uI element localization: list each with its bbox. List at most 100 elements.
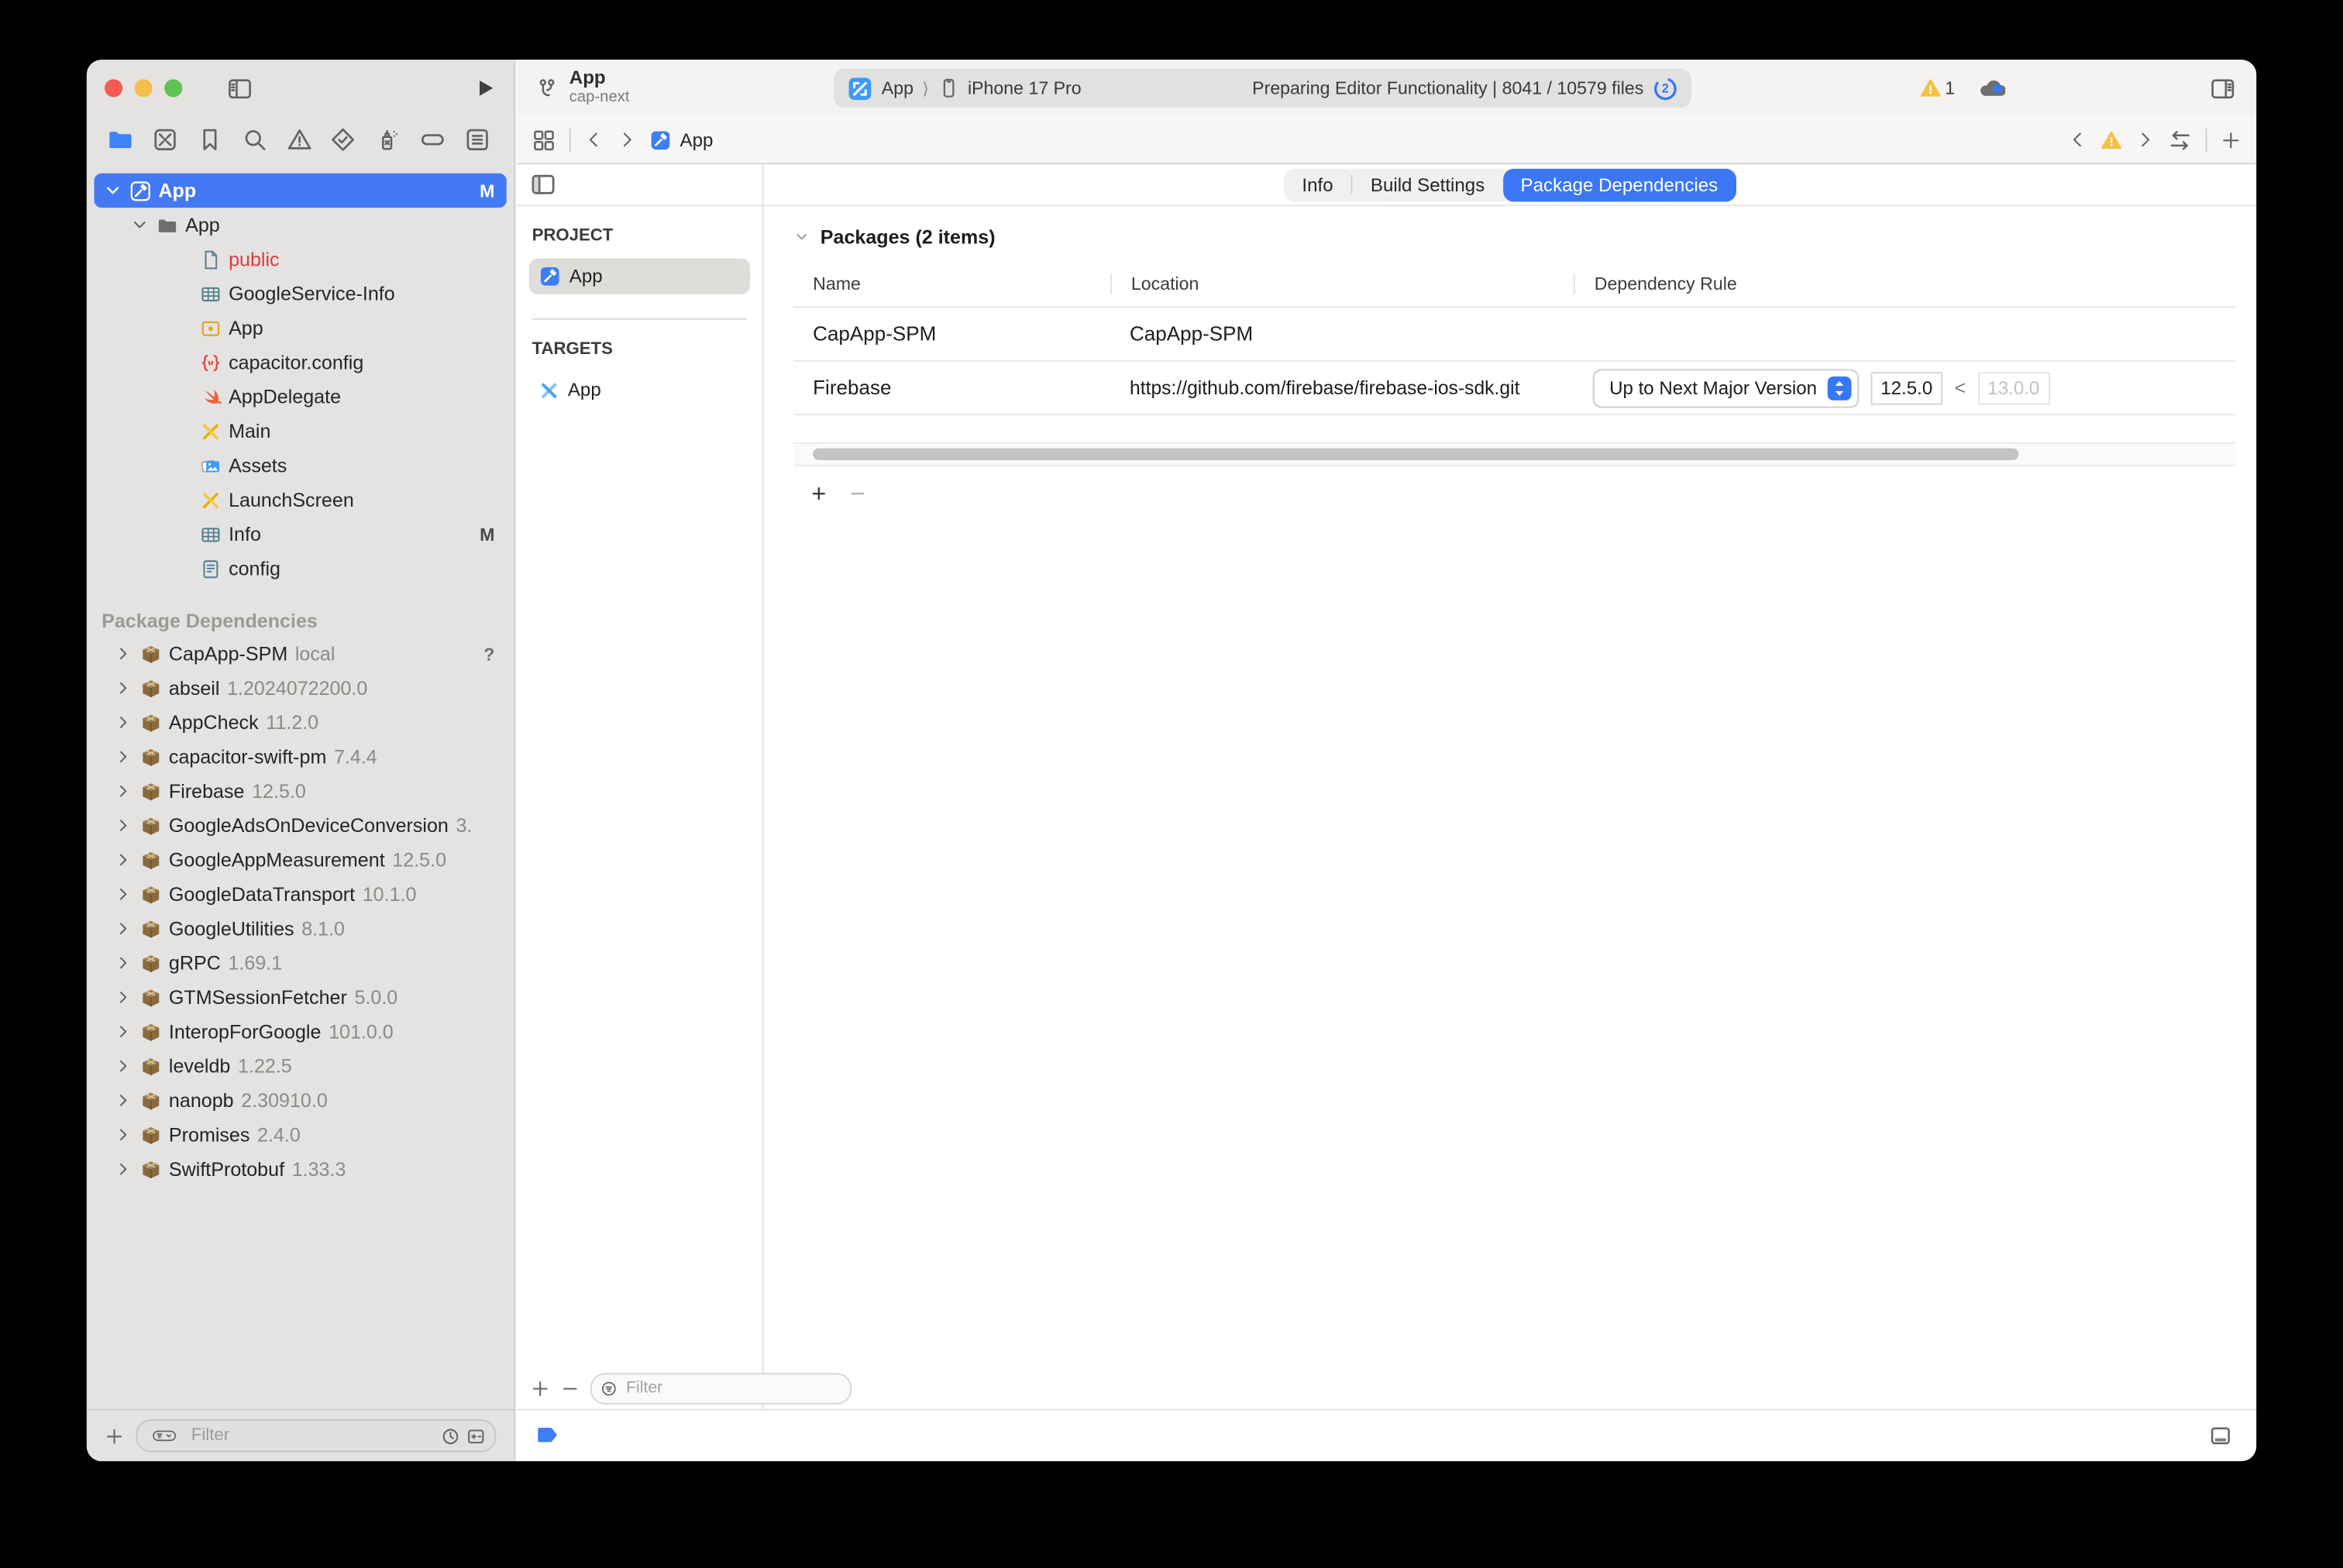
breakpoint-navigator-icon[interactable] — [420, 126, 446, 152]
package-item-nanopb[interactable]: nanopb2.30910.0 — [94, 1083, 506, 1117]
chevron-right-icon[interactable] — [114, 850, 133, 869]
tree-item-info[interactable]: InfoM — [94, 517, 506, 551]
chevron-right-icon[interactable] — [114, 1091, 133, 1110]
package-item-promises[interactable]: Promises2.4.0 — [94, 1118, 506, 1152]
bookmark-navigator-icon[interactable] — [197, 126, 222, 152]
package-item-swiftprotobuf[interactable]: SwiftProtobuf1.33.3 — [94, 1152, 506, 1186]
column-dependency-rule[interactable]: Dependency Rule — [1574, 273, 2235, 294]
toggle-debug-area-icon[interactable] — [2208, 1424, 2232, 1448]
toggle-navigator-icon[interactable] — [227, 75, 253, 101]
chevron-right-icon[interactable] — [114, 644, 133, 663]
tree-item-capacitor-config[interactable]: capacitor.config — [94, 345, 506, 379]
chevron-right-icon[interactable] — [114, 953, 133, 972]
remove-target-button[interactable] — [560, 1378, 580, 1398]
tab-build-settings[interactable]: Build Settings — [1353, 168, 1503, 201]
horizontal-scrollbar[interactable] — [793, 442, 2235, 466]
zoom-button[interactable] — [164, 79, 182, 97]
source-control-navigator-icon[interactable] — [152, 126, 177, 152]
related-items-icon[interactable] — [532, 128, 556, 152]
minimize-button[interactable] — [135, 79, 153, 97]
version-from-field[interactable] — [1870, 371, 1942, 404]
tree-item-app[interactable]: AppM — [94, 174, 506, 208]
disclosure-chevron-icon[interactable] — [793, 229, 810, 245]
package-item-capapp-spm[interactable]: CapApp-SPMlocal? — [94, 637, 506, 671]
debug-navigator-icon[interactable] — [376, 126, 401, 152]
report-navigator-icon[interactable] — [465, 126, 490, 152]
column-name[interactable]: Name — [793, 273, 1110, 294]
chevron-right-icon[interactable] — [114, 1160, 133, 1179]
chevron-right-icon[interactable] — [114, 1022, 133, 1041]
package-item-abseil[interactable]: abseil1.2024072200.0 — [94, 671, 506, 705]
navigator-filter-field[interactable] — [136, 1419, 496, 1452]
tree-item-assets[interactable]: Assets — [94, 449, 506, 483]
chevron-down-icon[interactable] — [130, 215, 150, 235]
breakpoint-tag-icon[interactable] — [535, 1424, 560, 1448]
package-item-leveldb[interactable]: leveldb1.22.5 — [94, 1049, 506, 1083]
previous-issue-button[interactable] — [2068, 130, 2087, 150]
package-item-grpc[interactable]: gRPC1.69.1 — [94, 946, 506, 980]
tree-item-launchscreen[interactable]: LaunchScreen — [94, 483, 506, 517]
test-navigator-icon[interactable] — [331, 126, 356, 152]
package-item-firebase[interactable]: Firebase12.5.0 — [94, 774, 506, 808]
chevron-right-icon[interactable] — [114, 1056, 133, 1075]
package-item-appcheck[interactable]: AppCheck11.2.0 — [94, 705, 506, 739]
table-row[interactable]: Firebase https://github.com/firebase/fir… — [793, 362, 2235, 415]
packages-section-header[interactable]: Packages (2 items) — [793, 225, 2235, 248]
chevron-right-icon[interactable] — [114, 988, 133, 1007]
chevron-right-icon[interactable] — [114, 747, 133, 766]
tree-item-public[interactable]: public — [94, 242, 506, 276]
add-item-button[interactable] — [105, 1426, 124, 1446]
project-navigator-icon[interactable] — [108, 126, 133, 152]
code-review-icon[interactable] — [2168, 128, 2192, 152]
run-button[interactable] — [475, 77, 496, 98]
package-item-capacitor-swift-pm[interactable]: capacitor-swift-pm7.4.4 — [94, 740, 506, 774]
toggle-inspector-icon[interactable] — [2210, 75, 2235, 101]
progress-badge[interactable]: 2 — [1653, 75, 1678, 101]
tab-package-dependencies[interactable]: Package Dependencies — [1502, 168, 1736, 201]
chevron-right-icon[interactable] — [114, 782, 133, 801]
package-item-googleadsondeviceconversion[interactable]: GoogleAdsOnDeviceConversion3. — [94, 808, 506, 842]
forward-button[interactable] — [617, 130, 636, 150]
find-navigator-icon[interactable] — [242, 126, 267, 152]
tab-app[interactable]: App — [650, 129, 713, 150]
tree-item-app[interactable]: App — [94, 208, 506, 242]
tree-item-config[interactable]: config — [94, 552, 506, 586]
source-control-status-icon[interactable] — [466, 1426, 486, 1446]
table-row[interactable]: CapApp-SPM CapApp-SPM — [793, 308, 2235, 361]
tree-item-main[interactable]: Main — [94, 414, 506, 448]
filter-input[interactable] — [188, 1425, 435, 1446]
warning-count[interactable]: 1 — [1919, 77, 1955, 98]
chevron-right-icon[interactable] — [114, 679, 133, 698]
project-row-app[interactable]: App — [529, 259, 750, 294]
run-destination[interactable]: iPhone 17 Pro — [968, 77, 1082, 98]
tree-item-app[interactable]: App — [94, 311, 506, 345]
version-to-field[interactable] — [1978, 371, 2050, 404]
chevron-down-icon[interactable] — [103, 181, 122, 200]
collapse-sidebar-icon[interactable] — [531, 172, 556, 198]
back-button[interactable] — [584, 130, 604, 150]
chevron-right-icon[interactable] — [114, 713, 133, 732]
tree-item-googleservice-info[interactable]: GoogleService-Info — [94, 277, 506, 311]
package-item-googleappmeasurement[interactable]: GoogleAppMeasurement12.5.0 — [94, 843, 506, 877]
chevron-right-icon[interactable] — [114, 1125, 133, 1144]
add-package-button[interactable]: + — [811, 481, 826, 507]
target-row-app[interactable]: App — [529, 372, 750, 407]
package-item-googleutilities[interactable]: GoogleUtilities8.1.0 — [94, 911, 506, 945]
tree-item-appdelegate[interactable]: AppDelegate — [94, 380, 506, 414]
add-editor-button[interactable] — [2221, 129, 2242, 150]
issue-warning-icon[interactable] — [2101, 129, 2122, 150]
remove-package-button[interactable]: − — [850, 481, 865, 507]
destination-scheme[interactable]: App — [882, 77, 913, 98]
close-button[interactable] — [105, 79, 122, 97]
next-issue-button[interactable] — [2135, 130, 2155, 150]
package-item-gtmsessionfetcher[interactable]: GTMSessionFetcher5.0.0 — [94, 980, 506, 1014]
chevron-right-icon[interactable] — [114, 885, 133, 904]
chevron-right-icon[interactable] — [114, 919, 133, 938]
dependency-rule-dropdown[interactable]: Up to Next Major Version — [1593, 368, 1859, 407]
package-item-interopforgoogle[interactable]: InteropForGoogle101.0.0 — [94, 1014, 506, 1048]
chevron-right-icon[interactable] — [114, 816, 133, 835]
add-target-button[interactable] — [531, 1378, 550, 1398]
package-item-googledatatransport[interactable]: GoogleDataTransport10.1.0 — [94, 877, 506, 911]
tab-info[interactable]: Info — [1284, 168, 1351, 201]
scrollbar-thumb[interactable] — [813, 449, 2018, 460]
